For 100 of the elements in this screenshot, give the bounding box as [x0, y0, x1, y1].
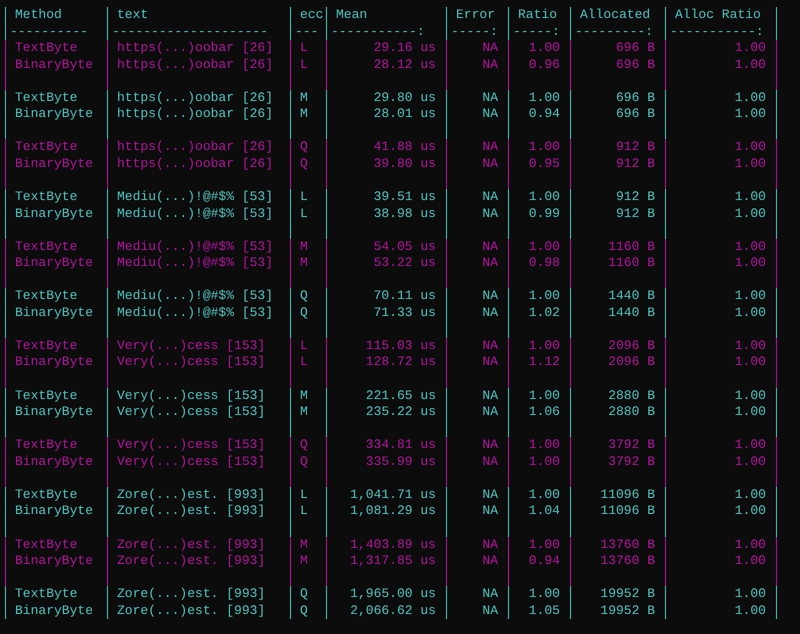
table-cell: 1.00 [665, 536, 776, 554]
table-cell: BinaryByte [5, 602, 107, 620]
table-cell: NA [446, 354, 508, 372]
table-cell: L [290, 354, 326, 372]
table-cell: 1.00 [665, 206, 776, 222]
table-cell: 1.00 [665, 56, 776, 74]
table-cell: M [290, 90, 326, 106]
table-cell: 1160 B [570, 238, 665, 256]
column-header: Allocated [570, 7, 665, 24]
table-cell: 1.00 [665, 338, 776, 354]
table-cell: 0.96 [508, 56, 570, 74]
table-cell: Zore(...)est. [993] [107, 486, 290, 504]
table-cell: 1.00 [665, 156, 776, 172]
table-cell: 1.00 [665, 40, 776, 57]
table-cell: 334.81 us [326, 437, 446, 454]
header-separator: -----------: [670, 24, 764, 39]
table-cell: Zore(...)est. [993] [107, 536, 290, 554]
table-cell: 1.00 [665, 139, 776, 156]
table-cell: 1.00 [508, 90, 570, 106]
table-cell: 1.00 [508, 238, 570, 256]
table-cell: NA [446, 106, 508, 123]
header-separator: --- [295, 24, 318, 39]
table-cell: L [290, 189, 326, 206]
table-cell: NA [446, 486, 508, 504]
table-cell: M [290, 553, 326, 570]
table-cell: Mediu(...)!@#$% [53] [107, 189, 290, 206]
table-cell: 696 B [570, 90, 665, 106]
header-separator: ---------: [575, 24, 654, 39]
table-cell: TextByte [5, 486, 107, 504]
table-cell: Mediu(...)!@#$% [53] [107, 238, 290, 256]
table-cell: 1,081.29 us [326, 503, 446, 520]
table-cell: TextByte [5, 139, 107, 156]
table-cell: Q [290, 304, 326, 322]
table-cell: TextByte [5, 90, 107, 106]
table-cell: 1.00 [508, 288, 570, 305]
table-cell: 1.00 [508, 536, 570, 554]
column-header: Ratio [508, 7, 570, 24]
table-cell: 235.22 us [326, 404, 446, 421]
table-cell: 3792 B [570, 437, 665, 454]
table-cell: BinaryByte [5, 454, 107, 470]
table-cell: 1.00 [665, 106, 776, 123]
table-cell: 912 B [570, 156, 665, 172]
table-cell: NA [446, 288, 508, 305]
table-cell: 1.00 [665, 255, 776, 272]
table-cell: 0.98 [508, 255, 570, 272]
table-cell: 912 B [570, 189, 665, 206]
table-cell: 1.00 [665, 238, 776, 256]
table-cell: 1.05 [508, 602, 570, 620]
table-cell: BinaryByte [5, 156, 107, 172]
table-cell: https(...)oobar [26] [107, 156, 290, 172]
table-cell: L [290, 486, 326, 504]
table-cell: 696 B [570, 106, 665, 123]
table-cell: Mediu(...)!@#$% [53] [107, 255, 290, 272]
table-cell: 1.04 [508, 503, 570, 520]
table-cell: 11096 B [570, 503, 665, 520]
table-cell: 39.80 us [326, 156, 446, 172]
table-cell: 1,965.00 us [326, 586, 446, 603]
table-cell: Zore(...)est. [993] [107, 602, 290, 620]
table-cell: https(...)oobar [26] [107, 90, 290, 106]
table-cell: 115.03 us [326, 338, 446, 354]
table-cell: 696 B [570, 56, 665, 74]
table-cell: 54.05 us [326, 238, 446, 256]
table-cell: Q [290, 586, 326, 603]
column-header: Mean [326, 7, 446, 24]
table-cell: TextByte [5, 586, 107, 603]
table-cell: 71.33 us [326, 304, 446, 322]
table-cell: 696 B [570, 40, 665, 57]
table-cell: 1,403.89 us [326, 536, 446, 554]
column-header: ecc [290, 7, 326, 24]
table-cell: 11096 B [570, 486, 665, 504]
table-cell: Very(...)cess [153] [107, 404, 290, 421]
table-cell: 70.11 us [326, 288, 446, 305]
table-cell: NA [446, 437, 508, 454]
table-cell: TextByte [5, 288, 107, 305]
table-cell: BinaryByte [5, 304, 107, 322]
table-cell: M [290, 106, 326, 123]
table-cell: NA [446, 56, 508, 74]
table-cell: M [290, 238, 326, 256]
table-cell: 53.22 us [326, 255, 446, 272]
table-cell: 1,317.85 us [326, 553, 446, 570]
table-cell: 0.95 [508, 156, 570, 172]
table-cell: NA [446, 602, 508, 620]
table-cell: NA [446, 40, 508, 57]
table-cell: 2,066.62 us [326, 602, 446, 620]
table-cell: Very(...)cess [153] [107, 388, 290, 404]
table-cell: TextByte [5, 338, 107, 354]
table-cell: L [290, 56, 326, 74]
table-cell: Mediu(...)!@#$% [53] [107, 304, 290, 322]
table-cell: 1.00 [508, 338, 570, 354]
table-cell: 1440 B [570, 288, 665, 305]
table-cell: M [290, 404, 326, 421]
table-cell: Very(...)cess [153] [107, 338, 290, 354]
table-cell: Q [290, 454, 326, 470]
table-cell: 1.00 [508, 586, 570, 603]
table-cell: TextByte [5, 189, 107, 206]
table-cell: BinaryByte [5, 106, 107, 123]
table-cell: NA [446, 388, 508, 404]
table-cell: 1.00 [665, 90, 776, 106]
table-cell: 1.00 [665, 503, 776, 520]
table-cell: TextByte [5, 536, 107, 554]
